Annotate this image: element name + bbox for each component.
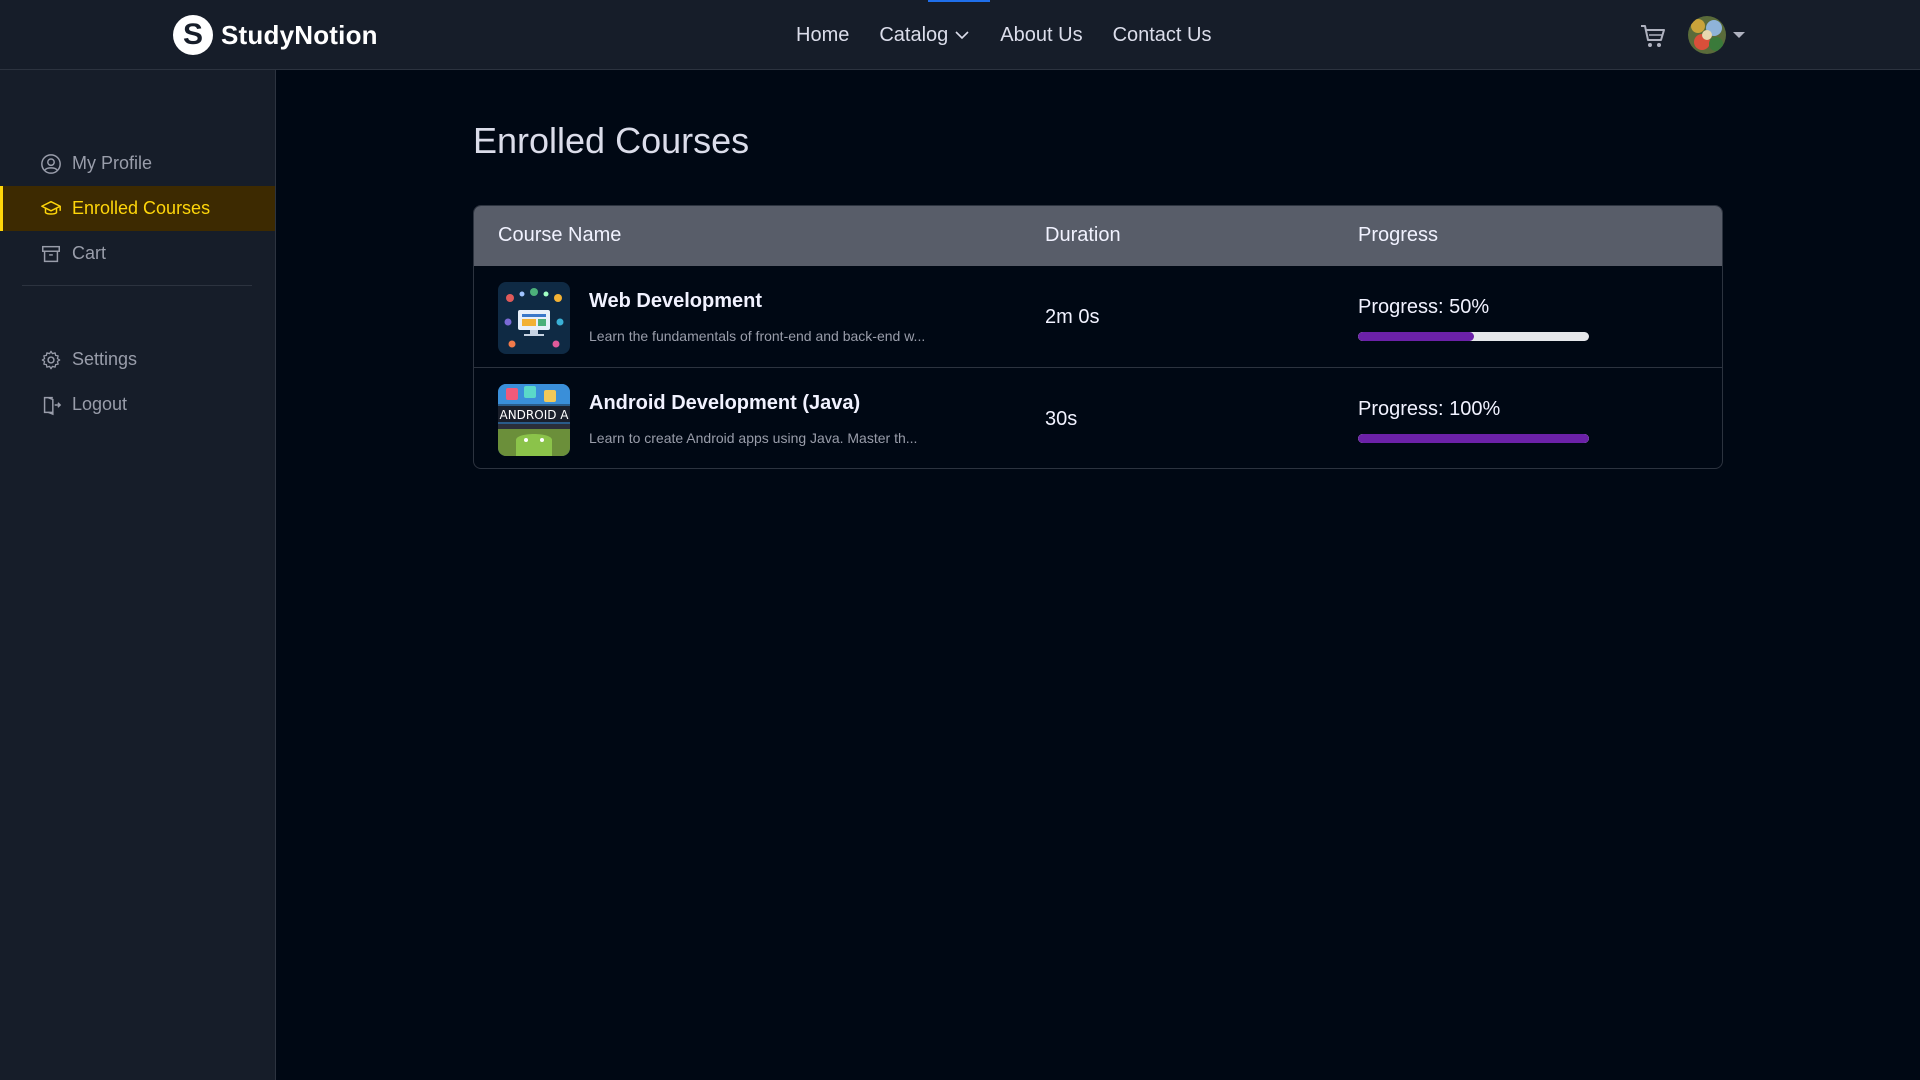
progress-label: Progress: 100%	[1358, 398, 1501, 420]
cart-button[interactable]	[1639, 22, 1667, 50]
brand-name: StudyNotion	[221, 19, 378, 50]
sidebar-item-cart[interactable]: Cart	[0, 231, 275, 276]
archive-icon	[42, 245, 60, 262]
progress-bar-fill	[1358, 434, 1589, 443]
course-title[interactable]: Android Development (Java)	[589, 392, 860, 415]
user-circle-icon	[41, 153, 61, 174]
progress-label: Progress: 50%	[1358, 296, 1490, 318]
avatar	[1688, 16, 1726, 54]
nav-home[interactable]: Home	[796, 22, 849, 48]
nav-active-indicator	[928, 0, 990, 2]
enrolled-courses-table: Course Name Duration Progress Web Develo…	[473, 205, 1723, 469]
course-thumbnail[interactable]	[498, 282, 570, 354]
logout-icon	[43, 396, 62, 415]
caret-down-icon	[1733, 32, 1745, 38]
sidebar-divider	[22, 285, 252, 286]
nav-contact-us[interactable]: Contact Us	[1113, 22, 1212, 48]
column-header-progress: Progress	[1358, 224, 1439, 246]
sidebar-item-settings[interactable]: Settings	[0, 337, 275, 382]
chevron-down-icon	[955, 31, 969, 40]
nav-catalog[interactable]: Catalog	[879, 22, 970, 48]
logo-icon: S	[173, 15, 213, 55]
nav-links: Home Catalog About Us Contact Us	[796, 22, 1212, 48]
sidebar-item-label: Cart	[72, 243, 107, 263]
course-title[interactable]: Web Development	[589, 290, 762, 313]
graduation-cap-icon	[41, 200, 61, 215]
brand-logo[interactable]: S StudyNotion	[173, 15, 378, 55]
course-duration: 30s	[1045, 408, 1078, 430]
profile-dropdown[interactable]	[1688, 16, 1746, 54]
nav-about-us[interactable]: About Us	[1000, 22, 1082, 48]
cart-icon	[1641, 25, 1665, 47]
progress-bar	[1358, 332, 1589, 341]
course-description: Learn to create Android apps using Java.…	[589, 430, 918, 446]
table-header: Course Name Duration Progress	[474, 206, 1722, 266]
sidebar-item-my-profile[interactable]: My Profile	[0, 141, 275, 186]
progress-bar	[1358, 434, 1589, 443]
sidebar: My Profile Enrolled Courses Cart Setting…	[0, 70, 276, 1080]
top-navbar: S StudyNotion Home Catalog About Us Cont…	[0, 0, 1920, 70]
thumbnail-text: ANDROID A	[499, 408, 569, 422]
sidebar-item-label: Logout	[72, 394, 128, 414]
sidebar-item-logout[interactable]: Logout	[0, 382, 275, 427]
progress-bar-fill	[1358, 332, 1474, 341]
course-description: Learn the fundamentals of front-end and …	[589, 328, 926, 344]
course-duration: 2m 0s	[1045, 306, 1100, 328]
sidebar-item-label: Enrolled Courses	[72, 198, 211, 218]
sidebar-item-label: My Profile	[72, 153, 153, 173]
column-header-duration: Duration	[1045, 224, 1121, 246]
table-row[interactable]: ANDROID A Android Development (Java) Lea…	[474, 368, 1722, 468]
sidebar-item-enrolled-courses[interactable]: Enrolled Courses	[0, 186, 275, 231]
page-title: Enrolled Courses	[473, 120, 750, 161]
gear-icon	[41, 350, 61, 369]
course-thumbnail[interactable]: ANDROID A	[498, 384, 570, 456]
sidebar-item-label: Settings	[72, 349, 138, 369]
column-header-course-name: Course Name	[498, 224, 622, 246]
table-row[interactable]: Web Development Learn the fundamentals o…	[474, 266, 1722, 368]
